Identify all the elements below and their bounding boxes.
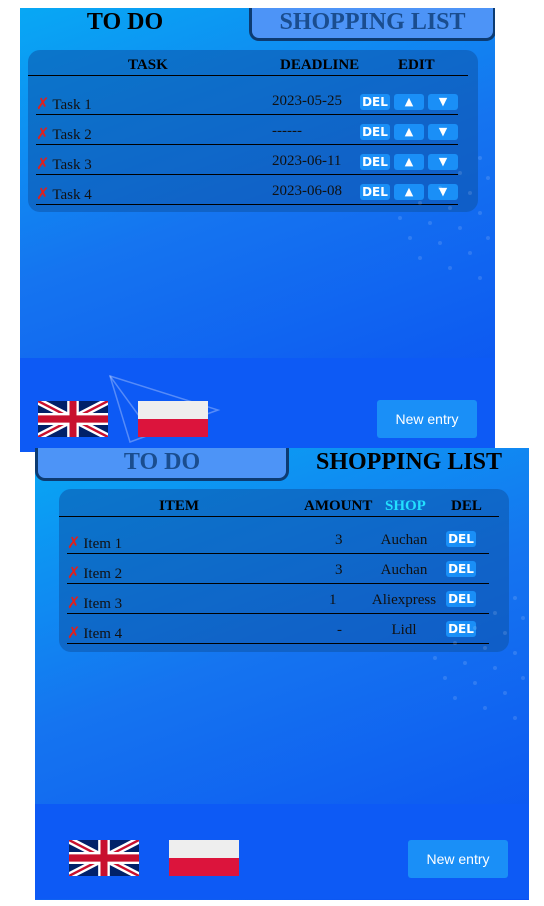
move-up-button[interactable]: ▲	[394, 94, 424, 110]
cross-mark-icon[interactable]: ✗	[36, 184, 49, 203]
item-cell: ✗ Item 2	[67, 564, 122, 583]
poland-flag-icon[interactable]	[169, 840, 239, 876]
new-entry-button[interactable]: New entry	[377, 400, 477, 438]
header-shop[interactable]: SHOP	[385, 498, 426, 515]
cross-mark-icon[interactable]: ✗	[67, 593, 80, 612]
amount-cell: 3	[335, 562, 343, 578]
header-amount: AMOUNT	[304, 498, 373, 514]
delete-button[interactable]: DEL	[360, 94, 390, 110]
cross-mark-icon[interactable]: ✗	[36, 154, 49, 173]
deadline-cell: 2023-05-25	[272, 93, 342, 109]
header-deadline: DEADLINE	[280, 57, 360, 73]
tab-shopping-list[interactable]: SHOPPING LIST	[249, 8, 495, 41]
item-name: Item 3	[83, 596, 123, 612]
cross-mark-icon[interactable]: ✗	[36, 94, 49, 113]
new-entry-button[interactable]: New entry	[408, 840, 508, 878]
poland-flag-icon[interactable]	[138, 401, 208, 437]
item-cell: ✗ Item 3	[67, 594, 122, 613]
dot-pattern-decoration	[398, 156, 490, 280]
tab-todo[interactable]: TO DO	[20, 8, 230, 41]
task-name: Task 3	[52, 157, 92, 173]
footer-bar: New entry	[35, 804, 529, 899]
task-cell: ✗ Task 1	[36, 95, 92, 114]
task-cell: ✗ Task 3	[36, 155, 92, 174]
cross-mark-icon[interactable]: ✗	[67, 533, 80, 552]
task-name: Task 1	[52, 97, 92, 113]
deadline-cell: 2023-06-08	[272, 183, 342, 199]
amount-cell: -	[337, 622, 342, 638]
tab-shopping-list[interactable]: SHOPPING LIST	[289, 448, 529, 481]
header-divider	[59, 516, 499, 517]
task-cell: ✗ Task 4	[36, 185, 92, 204]
table-row: ✗ Item 1 3 Auchan DEL	[67, 524, 489, 554]
header-task: TASK	[128, 57, 168, 73]
task-name: Task 2	[52, 127, 92, 143]
shop-cell: Auchan	[380, 532, 428, 548]
header-item: ITEM	[159, 498, 200, 514]
deadline-cell: 2023-06-11	[272, 153, 342, 169]
todo-panel: TO DO SHOPPING LIST TASK DEADLINE EDIT ✗…	[20, 8, 495, 452]
shopping-list-panel: TO DO SHOPPING LIST ITEM AMOUNT SHOP DEL…	[35, 448, 529, 900]
cross-mark-icon[interactable]: ✗	[67, 623, 80, 642]
item-cell: ✗ Item 4	[67, 624, 122, 643]
task-cell: ✗ Task 2	[36, 125, 92, 144]
move-down-button[interactable]: ▼	[428, 94, 458, 110]
tab-todo[interactable]: TO DO	[35, 448, 289, 481]
header-divider	[28, 75, 468, 76]
footer-bar: New entry	[20, 358, 495, 452]
item-name: Item 1	[83, 536, 123, 552]
cross-mark-icon[interactable]: ✗	[36, 124, 49, 143]
uk-flag-icon[interactable]	[38, 401, 108, 437]
table-row: ✗ Task 1 2023-05-25 DEL ▲ ▼	[36, 85, 458, 115]
amount-cell: 1	[329, 592, 337, 608]
cross-mark-icon[interactable]: ✗	[67, 563, 80, 582]
header-edit: EDIT	[398, 57, 435, 73]
delete-button[interactable]: DEL	[446, 531, 476, 547]
amount-cell: 3	[335, 532, 343, 548]
deadline-cell: ------	[272, 123, 302, 139]
item-name: Item 4	[83, 626, 123, 642]
item-cell: ✗ Item 1	[67, 534, 122, 553]
task-name: Task 4	[52, 187, 92, 203]
uk-flag-icon[interactable]	[69, 840, 139, 876]
dot-pattern-decoration	[433, 596, 525, 720]
header-del: DEL	[451, 498, 482, 514]
item-name: Item 2	[83, 566, 123, 582]
